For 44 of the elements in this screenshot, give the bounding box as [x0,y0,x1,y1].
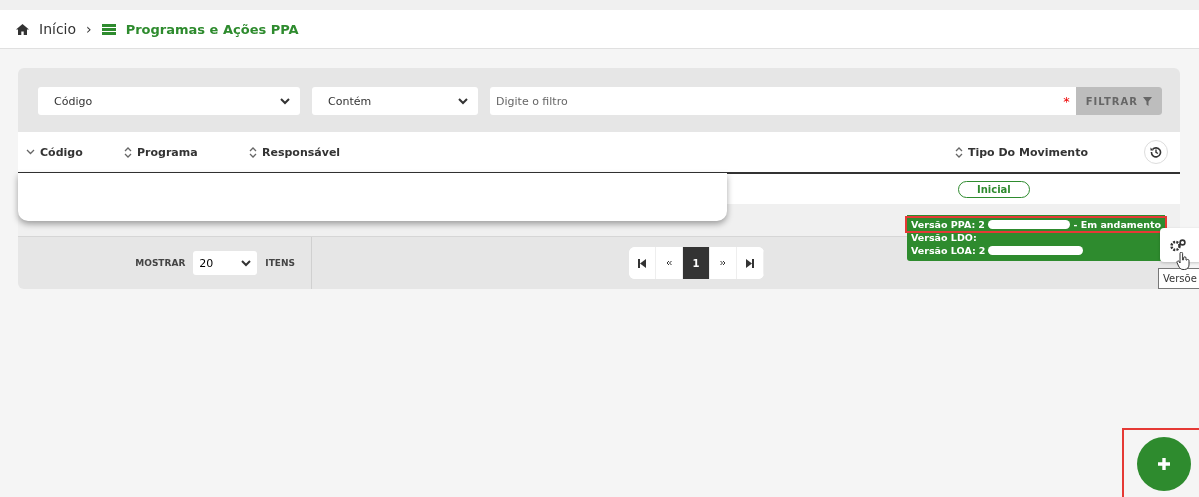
page-button[interactable]: 1 [683,247,710,279]
last-page-icon [746,258,754,268]
page-title: Programas e Ações PPA [125,21,299,37]
history-icon [1150,146,1162,158]
list-icon [101,23,116,35]
hand-cursor-icon [1176,252,1190,270]
double-chevron-left-icon [666,260,672,266]
version-status: - Em andamento [1073,219,1161,230]
column-header[interactable]: Programa [124,145,249,159]
plus-icon [1157,457,1171,471]
operator-select[interactable]: Contém [312,87,478,115]
tooltip: Versõe [1158,268,1199,289]
field-select[interactable]: Código [38,87,300,115]
versions-button[interactable] [1160,228,1199,262]
version-label: Versão PPA: [911,219,976,230]
version-label: Versão LOA: [911,245,976,256]
filter-input[interactable]: Digite o filtro * FILTRAR [490,87,1162,115]
first-page-button[interactable] [629,247,656,279]
home-icon[interactable] [16,23,29,35]
chevron-down-icon [280,97,290,105]
column-header[interactable]: Tipo Do Movimento [954,145,1088,159]
page-size-select[interactable]: 20 [193,251,258,275]
funnel-icon [1143,96,1152,106]
chevron-down-icon [26,149,35,155]
sort-icon [249,146,257,158]
add-button[interactable] [1137,437,1191,491]
breadcrumb-separator: › [86,21,92,37]
double-chevron-right-icon [720,260,726,266]
required-mark: * [1063,93,1070,109]
breadcrumb-link[interactable]: Início [39,21,77,37]
gears-icon [1170,238,1186,252]
version-value: 2 [978,245,986,256]
version-label: Versão LDO: [911,232,977,243]
first-page-icon [638,258,646,268]
sort-icon [124,146,132,158]
chevron-down-icon [458,97,468,105]
column-header[interactable]: Responsável [249,145,341,159]
show-label: MOSTRAR [135,258,186,268]
sort-icon [954,146,963,158]
history-button[interactable] [1144,140,1168,164]
items-label: ITENS [265,258,295,268]
chevron-down-icon [241,259,252,267]
column-header[interactable]: Código [26,145,124,159]
version-value: 2 [978,219,985,230]
